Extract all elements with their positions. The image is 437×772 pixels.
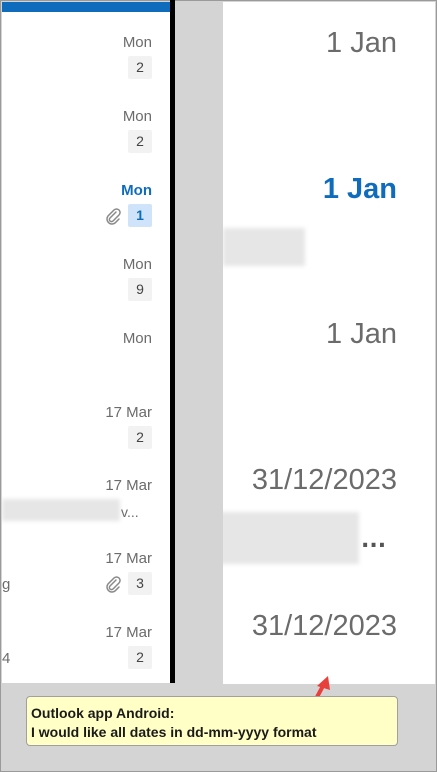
left-email-list: Mon 2 Mon 2 Mon 1 Mon 9 Mon 17 Mar 2 17 …: [2, 2, 170, 683]
list-item[interactable]: 1 Jan: [223, 142, 435, 288]
redacted-preview: [2, 499, 120, 521]
email-date: Mon: [122, 330, 152, 347]
list-item[interactable]: Mon 9: [2, 256, 170, 326]
pane-divider: [170, 0, 175, 683]
email-date-large: 31/12/2023: [251, 464, 397, 496]
list-item[interactable]: 17 Mar g 3: [2, 550, 170, 620]
annotation-callout: Outlook app Android: I would like all da…: [26, 696, 398, 746]
email-date: 17 Mar: [105, 404, 152, 421]
email-date-large: 1 Jan: [326, 318, 397, 350]
list-item[interactable]: 17 Mar 4 2: [2, 624, 170, 683]
paperclip-icon: [106, 208, 121, 225]
email-date: 17 Mar: [105, 550, 152, 567]
thread-count-badge: 2: [128, 426, 152, 449]
email-date: 17 Mar: [105, 624, 152, 641]
email-preview-snippet: g: [2, 576, 11, 593]
redacted-preview: [223, 512, 359, 564]
email-date: 17 Mar: [105, 477, 152, 494]
thread-count-badge: 2: [128, 130, 152, 153]
email-preview-snippet: 4: [2, 650, 11, 667]
thread-count-badge: 9: [128, 278, 152, 301]
list-item[interactable]: Mon 2: [2, 108, 170, 178]
email-date: Mon: [122, 108, 152, 125]
email-date-large: 1 Jan: [326, 27, 397, 59]
list-item[interactable]: 17 Mar v...: [2, 477, 170, 547]
list-item[interactable]: 31/12/2023 ...: [223, 434, 435, 580]
redacted-preview: [223, 228, 305, 266]
email-date: Mon: [122, 256, 152, 273]
thread-count-badge: 2: [128, 646, 152, 669]
list-item[interactable]: Mon: [2, 330, 170, 400]
list-item[interactable]: 31/12/2023: [223, 580, 435, 684]
list-item[interactable]: Mon 2: [2, 34, 170, 104]
right-email-list-zoomed: 1 Jan 1 Jan 1 Jan 31/12/2023 ... 31/12/2…: [223, 2, 435, 684]
thread-count-badge: 3: [128, 572, 152, 595]
email-date-large: 1 Jan: [322, 173, 397, 205]
callout-title: Outlook app Android:: [31, 705, 175, 721]
list-item[interactable]: 1 Jan: [223, 288, 435, 434]
thread-count-badge: 2: [128, 56, 152, 79]
list-item[interactable]: 1 Jan: [223, 2, 435, 142]
paperclip-icon: [106, 576, 121, 593]
list-item[interactable]: Mon 1: [2, 182, 170, 252]
list-item[interactable]: 17 Mar 2: [2, 404, 170, 474]
truncation-ellipsis: ...: [361, 528, 387, 553]
email-preview-snippet: v...: [121, 504, 139, 520]
email-date-large: 31/12/2023: [251, 610, 397, 642]
top-accent-bar: [2, 2, 170, 12]
email-date: Mon: [121, 182, 152, 199]
thread-count-badge: 1: [128, 204, 152, 227]
email-date: Mon: [122, 34, 152, 51]
callout-text: I would like all dates in dd-mm-yyyy for…: [31, 724, 317, 740]
